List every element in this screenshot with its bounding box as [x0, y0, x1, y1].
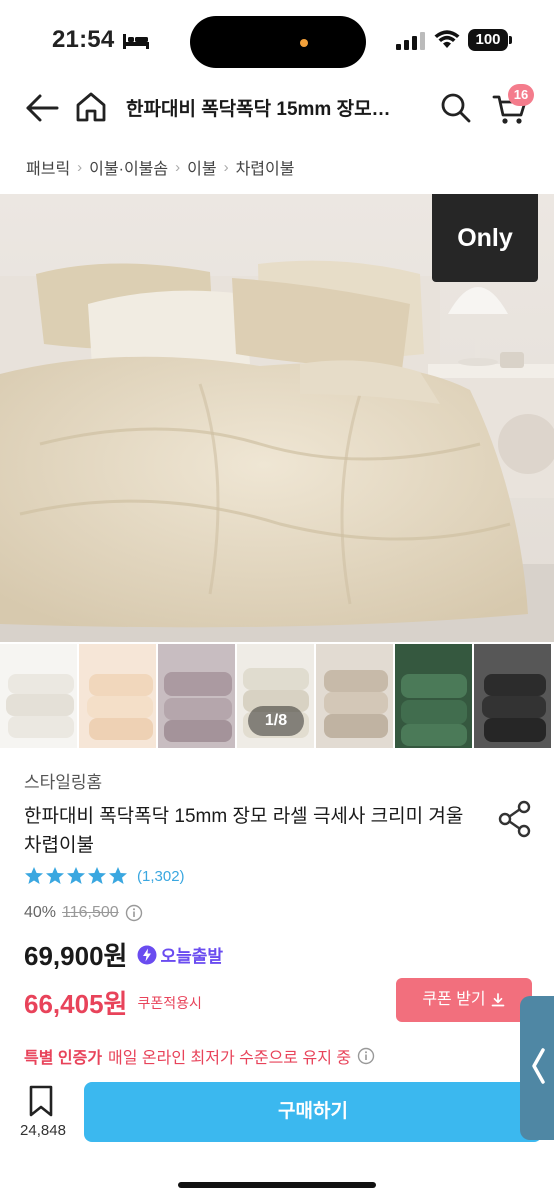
thumbnail-5[interactable]	[316, 644, 393, 748]
today-delivery-label: 오늘출발	[160, 947, 224, 966]
original-price: 116,500	[62, 904, 119, 921]
thumbnail-3[interactable]	[158, 644, 235, 748]
page-title: 한파대비 폭닥폭닥 15mm 장모…	[126, 99, 391, 120]
info-icon[interactable]	[125, 904, 143, 922]
star-icon	[25, 867, 43, 884]
discount-rate: 40%	[24, 904, 57, 921]
signal-icon	[396, 32, 425, 50]
star-icon	[46, 867, 64, 884]
dynamic-island	[190, 16, 366, 68]
side-drawer-tab[interactable]	[520, 996, 554, 1140]
review-count[interactable]: (1,302)	[137, 868, 185, 885]
status-time: 21:54	[52, 26, 115, 53]
wifi-icon	[434, 30, 460, 48]
rating[interactable]: (1,302)	[24, 866, 185, 886]
thumbnail-7[interactable]	[474, 644, 551, 748]
cart-count-badge: 16	[508, 84, 534, 106]
get-coupon-label: 쿠폰 받기	[422, 991, 486, 1008]
home-indicator	[178, 1182, 376, 1188]
chevron-left-icon	[532, 1048, 545, 1084]
bolt-icon	[137, 945, 157, 964]
home-icon[interactable]	[74, 90, 108, 124]
status-bar: 21:54 100	[0, 0, 554, 80]
thumbnail-6[interactable]	[395, 644, 472, 748]
download-icon	[491, 993, 505, 1007]
coupon-price-row: 66,405원 쿠폰적용시	[24, 984, 202, 1021]
product-title: 한파대비 폭닥폭닥 15mm 장모 라셀 극세사 크리미 겨울 차렵이불	[24, 806, 464, 856]
breadcrumb-item-fabric[interactable]: 패브릭	[26, 155, 70, 179]
back-arrow-icon[interactable]	[24, 90, 60, 126]
top-nav: 한파대비 폭닥폭닥 15mm 장모… 16	[0, 80, 554, 136]
breadcrumb-item-comforter[interactable]: 이불	[187, 155, 216, 179]
breadcrumb: 패브릭 › 이불·이불솜 › 이불 › 차렵이불	[26, 154, 294, 180]
chevron-right-icon: ›	[223, 158, 229, 176]
bookmark-count: 24,848	[20, 1122, 66, 1139]
star-icon	[67, 867, 85, 884]
share-icon[interactable]	[498, 800, 532, 838]
breadcrumb-item-bedding[interactable]: 이불·이불솜	[89, 155, 168, 179]
certified-price-row: 특별 인증가 매일 온라인 최저가 수준으로 유지 중	[24, 1044, 375, 1068]
today-delivery-badge: 오늘출발	[137, 942, 223, 967]
only-badge: Only	[432, 194, 538, 282]
info-icon[interactable]	[357, 1047, 375, 1065]
thumbnail-1[interactable]	[0, 644, 77, 748]
brand-name[interactable]: 스타일링홈	[24, 768, 102, 793]
chevron-right-icon: ›	[77, 158, 83, 176]
certified-price-label: 특별 인증가	[24, 1050, 103, 1067]
thumbnail-2[interactable]	[79, 644, 156, 748]
image-counter: 1/8	[248, 706, 304, 736]
coupon-price: 66,405원	[24, 989, 128, 1019]
search-icon[interactable]	[440, 92, 472, 124]
star-icon	[109, 867, 127, 884]
recording-dot	[300, 39, 308, 47]
buy-button[interactable]: 구매하기	[84, 1082, 542, 1142]
coupon-note: 쿠폰적용시	[137, 994, 202, 1011]
breadcrumb-item-quilt[interactable]: 차렵이불	[236, 155, 295, 179]
get-coupon-button[interactable]: 쿠폰 받기	[396, 978, 532, 1022]
original-price-row: 40% 116,500	[24, 904, 143, 922]
sale-price: 69,900원	[24, 941, 128, 971]
chevron-right-icon: ›	[175, 158, 181, 176]
bookmark-icon[interactable]	[24, 1084, 58, 1118]
certified-price-text: 매일 온라인 최저가 수준으로 유지 중	[108, 1050, 352, 1067]
bed-icon	[123, 34, 149, 49]
battery-indicator: 100	[468, 29, 508, 51]
product-main-image[interactable]: Only	[0, 194, 554, 642]
star-icon	[88, 867, 106, 884]
price-row: 69,900원 오늘출발	[24, 936, 223, 973]
battery-cap	[509, 36, 512, 44]
